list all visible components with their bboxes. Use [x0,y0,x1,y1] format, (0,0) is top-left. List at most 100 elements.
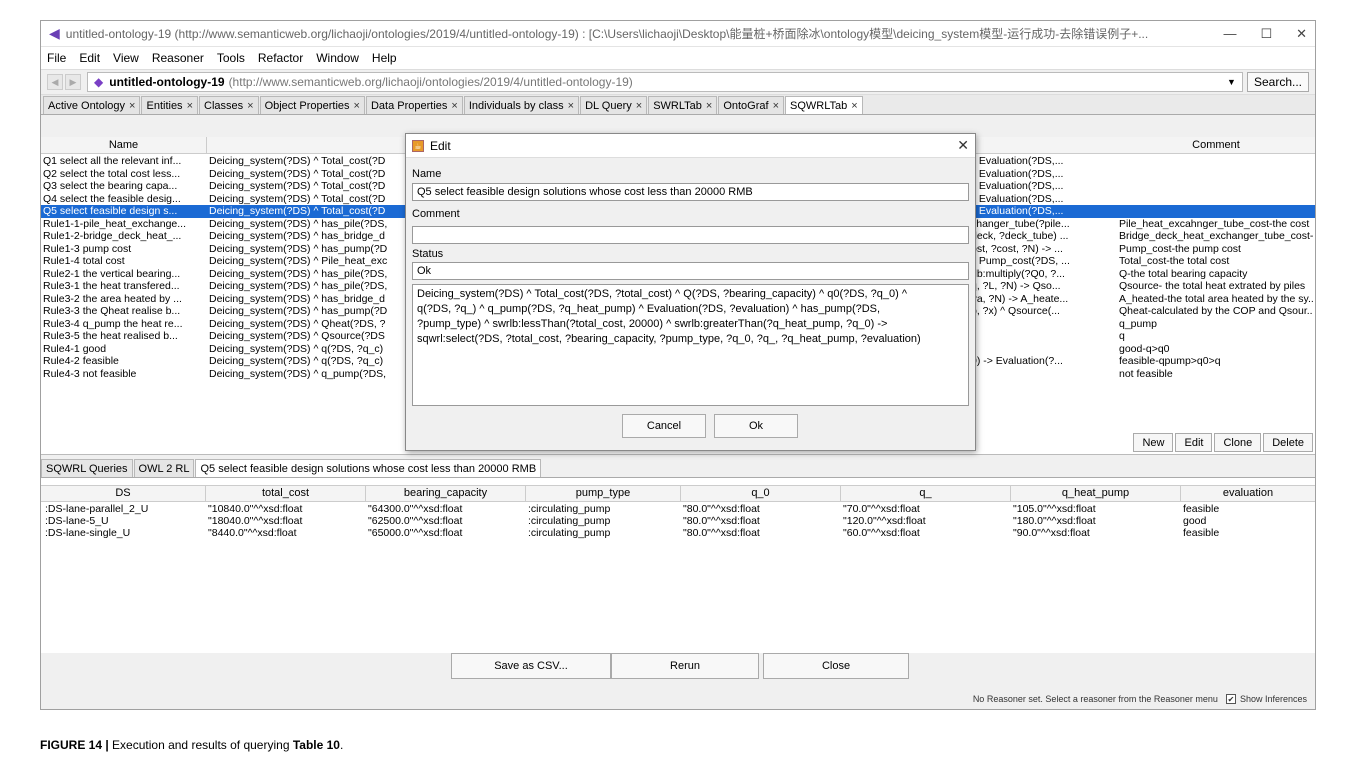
tab-close-icon[interactable]: × [568,100,574,112]
rule-body-line: q(?DS, ?q_) ^ q_pump(?DS, ?q_heat_pump) … [417,303,881,315]
tab-close-icon[interactable]: × [851,100,857,112]
result-cell: "90.0"^^xsd:float [1013,527,1090,539]
rule-name-cell: Rule2-1 the vertical bearing... [43,267,181,280]
tab-query-result[interactable]: Q5 select feasible design solutions whos… [195,459,542,477]
back-arrow-icon[interactable]: ◀ [47,74,63,90]
menu-window[interactable]: Window [316,51,359,65]
result-cell: :DS-lane-5_U [45,515,109,527]
menu-file[interactable]: File [47,51,66,65]
dialog-cancel-button[interactable]: Cancel [622,414,706,438]
tab-close-icon[interactable]: × [451,100,457,112]
rule-comment-cell: q_pump [1119,317,1157,330]
tab-close-icon[interactable]: × [247,100,253,112]
tab-close-icon[interactable]: × [773,100,779,112]
maximize-button[interactable]: ☐ [1260,26,1272,42]
menu-reasoner[interactable]: Reasoner [152,51,204,65]
rule-body-tail-cell: ^ Pump_cost(?DS, ... [971,255,1070,267]
tab-sqwrltab[interactable]: SQWRLTab × [785,96,863,114]
rule-body-cell: Deicing_system(?DS) ^ Total_cost(?D [209,192,386,205]
rule-body-tail-cell: ^ Evaluation(?DS,... [971,192,1064,205]
rule-body-cell: Deicing_system(?DS) ^ has_pile(?DS, [209,217,388,230]
dialog-ok-button[interactable]: Ok [714,414,798,438]
tab-dl-query[interactable]: DL Query × [580,96,648,114]
clone-rule-button[interactable]: Clone [1214,433,1262,452]
title-bar: ◀ untitled-ontology-19 (http://www.seman… [41,21,1315,47]
tab-close-icon[interactable]: × [706,100,712,112]
menu-help[interactable]: Help [372,51,397,65]
result-header-q-heat-pump[interactable]: q_heat_pump [1011,486,1181,501]
menu-edit[interactable]: Edit [79,51,100,65]
rule-comment-cell: Qheat-calculated by the COP and Qsour... [1119,305,1313,317]
tab-entities[interactable]: Entities × [141,96,198,114]
rule-comment-field[interactable] [412,226,969,244]
rule-body-tail-cell: changer_tube(?pile... [971,217,1070,230]
result-cell: "10840.0"^^xsd:float [208,503,303,515]
result-header-evaluation[interactable]: evaluation [1181,486,1315,501]
rule-body-cell: Deicing_system(?DS) ^ Total_cost(?D [209,167,386,180]
close-results-button[interactable]: Close [763,653,909,679]
result-cell: "8440.0"^^xsd:float [208,527,297,539]
caption-table-ref: Table 10 [292,738,340,752]
delete-rule-button[interactable]: Delete [1263,433,1313,452]
rule-body-cell: Deicing_system(?DS) ^ has_bridge_d [209,292,385,305]
ontology-diamond-icon: ◆ [94,75,104,89]
rule-body-editor[interactable]: Deicing_system(?DS) ^ Total_cost(?DS, ?t… [412,284,969,406]
column-header-name[interactable]: Name [41,137,207,154]
edit-rule-button[interactable]: Edit [1175,433,1213,452]
status-label: Status [412,248,444,260]
search-button[interactable]: Search... [1246,72,1309,92]
result-row[interactable]: :DS-lane-single_U "8440.0"^^xsd:float "650… [41,527,1315,539]
tab-close-icon[interactable]: × [354,100,360,112]
result-cell: "60.0"^^xsd:float [843,527,920,539]
rule-body-cell: Deicing_system(?DS) ^ Total_cost(?D [209,155,386,167]
protege-logo-icon: ◀ [49,25,60,41]
tab-close-icon[interactable]: × [129,100,135,112]
dialog-close-button[interactable]: ✕ [957,137,969,154]
result-header-total-cost[interactable]: total_cost [206,486,366,501]
rule-name-field[interactable]: Q5 select feasible design solutions whos… [412,183,969,201]
query-action-buttons: Save as CSV... Rerun Close [41,653,1315,683]
column-header-body[interactable] [207,137,411,154]
result-row[interactable]: :DS-lane-parallel_2_U "10840.0"^^xsd:floa… [41,503,1315,515]
rerun-button[interactable]: Rerun [611,653,759,679]
column-header-comment[interactable]: Comment [1117,137,1315,154]
rule-name-cell: Q1 select all the relevant inf... [43,155,182,167]
new-rule-button[interactable]: New [1133,433,1174,452]
tab-ontograf[interactable]: OntoGraf × [718,96,785,114]
tab-data-properties[interactable]: Data Properties × [365,96,463,114]
tab-individuals-by-class[interactable]: Individuals by class × [463,96,580,114]
tab-active-ontology[interactable]: Active Ontology × [43,96,141,114]
ontology-selector[interactable]: ◆ untitled-ontology-19 (http://www.seman… [87,72,1243,92]
result-header-pump-type[interactable]: pump_type [526,486,681,501]
rule-body-cell: Deicing_system(?DS) ^ Total_cost(?D [209,205,386,217]
result-cell: "105.0"^^xsd:float [1013,503,1096,515]
result-header-q[interactable]: q_ [841,486,1011,501]
menu-refactor[interactable]: Refactor [258,51,303,65]
result-header-bearing-capacity[interactable]: bearing_capacity [366,486,526,501]
show-inferences-checkbox[interactable]: ✔ [1225,694,1236,704]
forward-arrow-icon[interactable]: ▶ [65,74,81,90]
tab-close-icon[interactable]: × [187,100,193,112]
result-header-ds[interactable]: DS [41,486,206,501]
tab-swrltab[interactable]: SWRLTab × [648,96,718,114]
tab-close-icon[interactable]: × [636,100,642,112]
save-as-csv-button[interactable]: Save as CSV... [451,653,611,679]
result-cell: "80.0"^^xsd:float [683,515,760,527]
result-cell: "62500.0"^^xsd:float [368,515,463,527]
tab-sqwrl-queries[interactable]: SQWRL Queries [41,459,133,477]
tab-owl2-rl[interactable]: OWL 2 RL [133,459,195,477]
tab-classes[interactable]: Classes × [199,96,259,114]
menu-view[interactable]: View [113,51,139,65]
minimize-button[interactable]: — [1223,26,1236,42]
result-row[interactable]: :DS-lane-5_U "18040.0"^^xsd:float "62500.0… [41,515,1315,527]
rule-comment-cell: Bridge_deck_heat_exchanger_tube_cost-t..… [1119,230,1313,242]
tab-object-properties[interactable]: Object Properties × [259,96,365,114]
rule-body-tail-cell: ost, ?cost, ?N) -> ... [971,242,1063,255]
result-header-q0[interactable]: q_0 [681,486,841,501]
chevron-down-icon[interactable]: ▼ [1227,77,1236,87]
menu-bar: File Edit View Reasoner Tools Refactor W… [41,47,1315,69]
rule-name-cell: Q3 select the bearing capa... [43,180,178,192]
rule-comment-cell: Total_cost-the total cost [1119,255,1230,267]
menu-tools[interactable]: Tools [217,51,245,65]
close-window-button[interactable]: ✕ [1296,26,1307,42]
